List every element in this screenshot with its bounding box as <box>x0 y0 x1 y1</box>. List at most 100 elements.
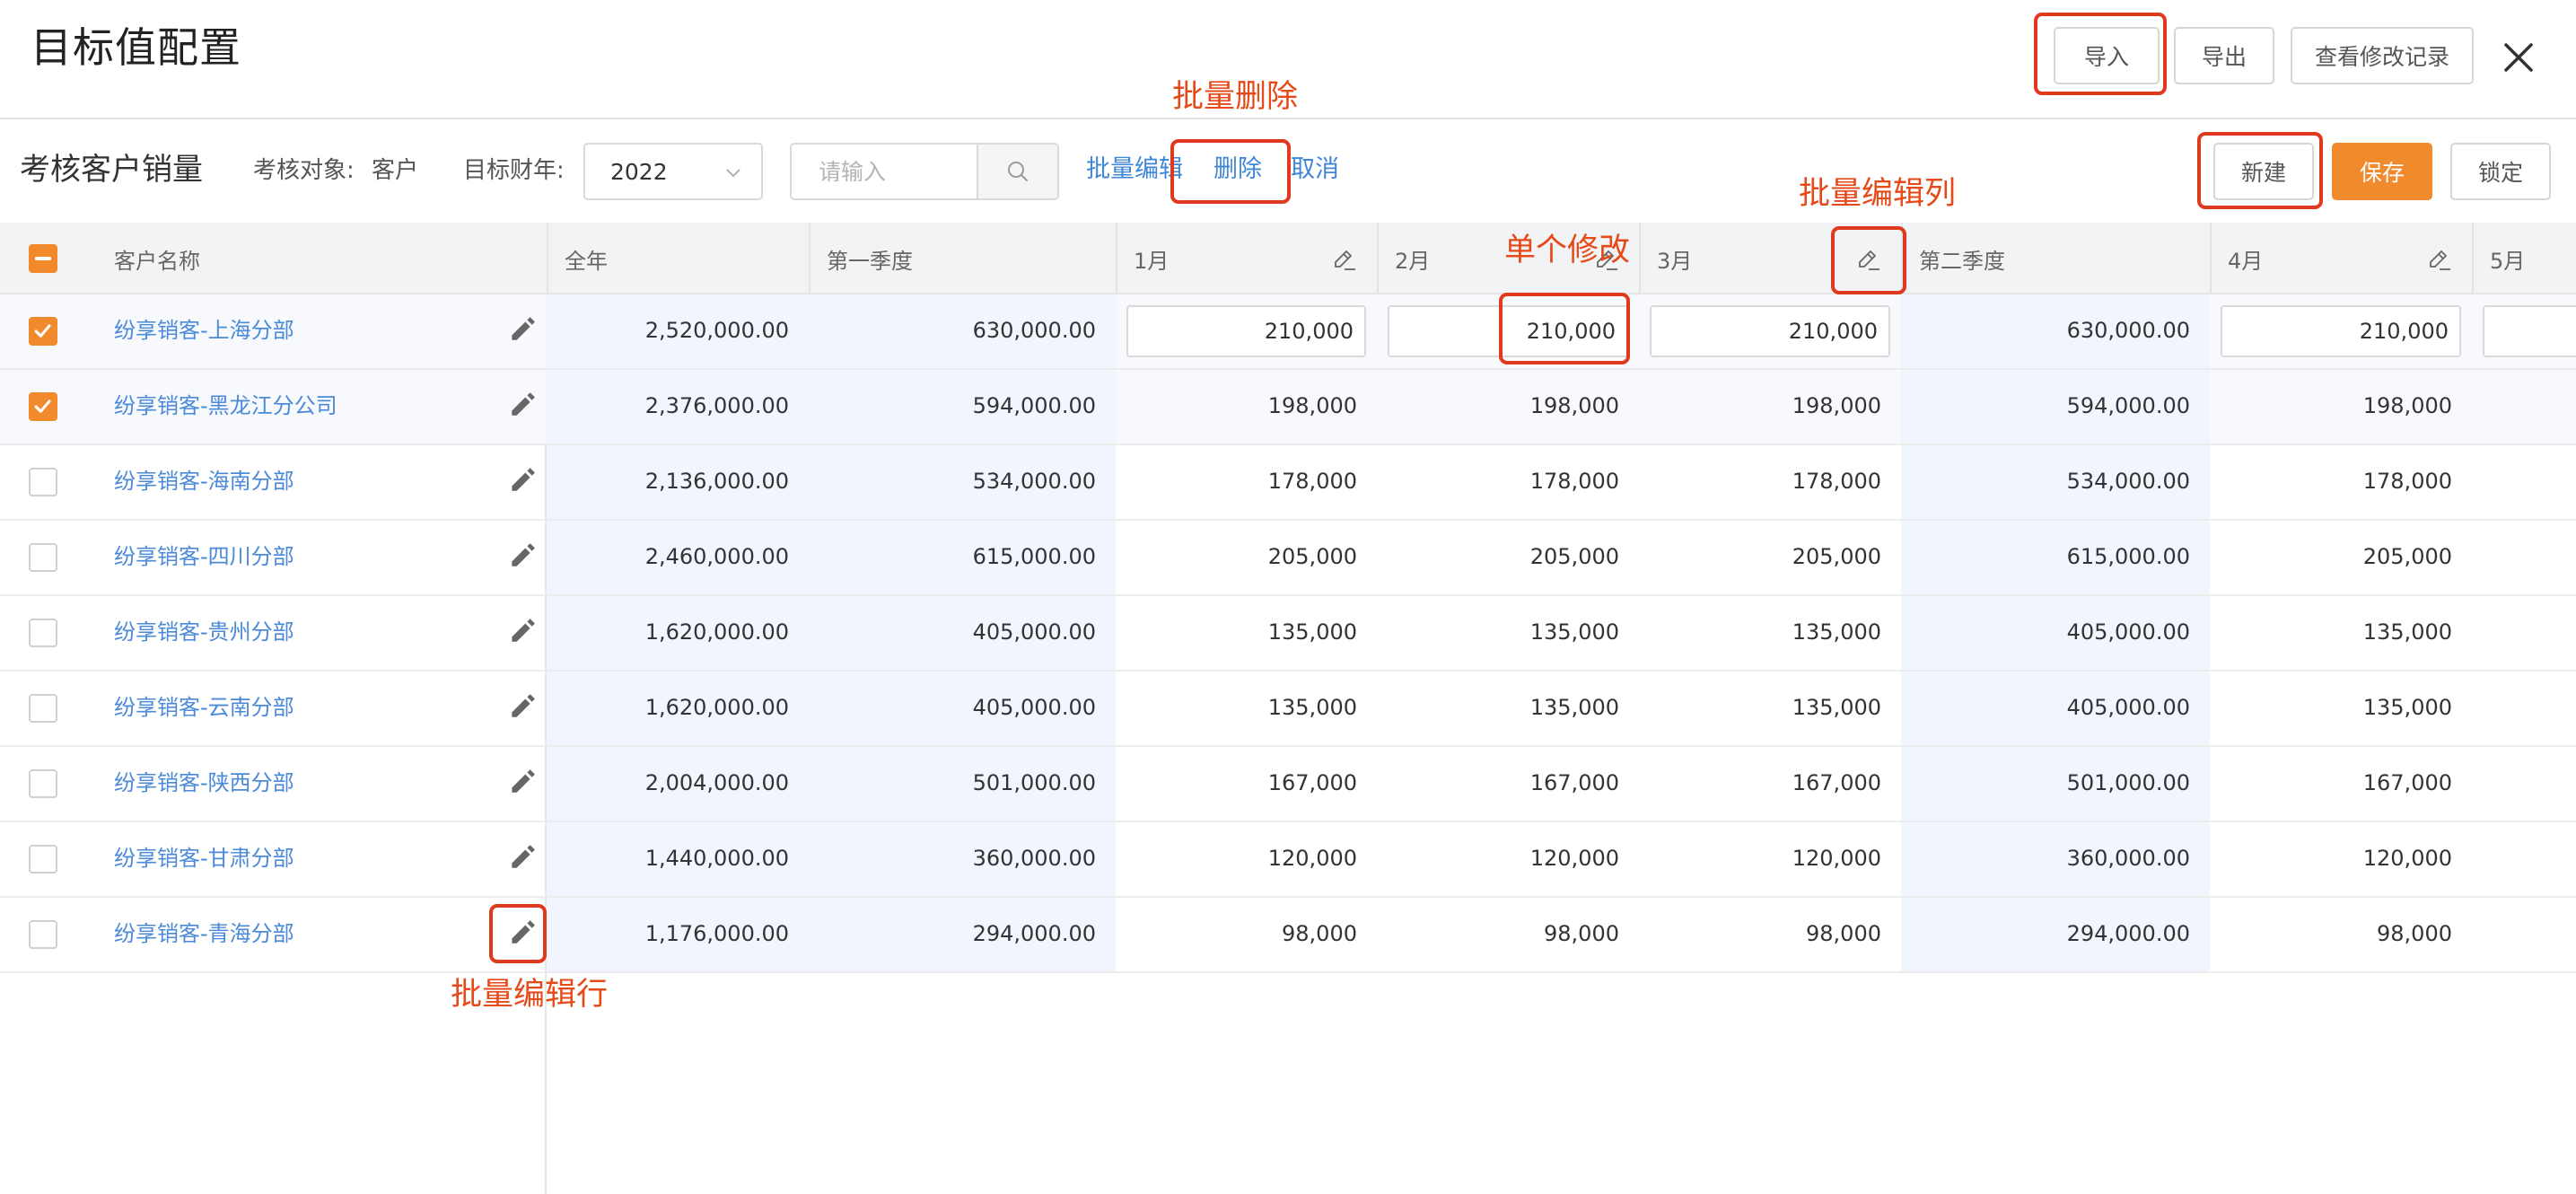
annotation-batch-edit-column: 批量编辑列 <box>1799 176 1957 212</box>
month-value[interactable]: 135,000 <box>1377 693 1619 722</box>
save-button[interactable]: 保存 <box>2332 143 2432 200</box>
summary-value: 630,000.00 <box>972 318 1096 343</box>
summary-value: 405,000.00 <box>2066 695 2190 720</box>
customer-name-link[interactable]: 纷享销客-陕西分部 <box>114 768 294 797</box>
month-value[interactable]: 178,000 <box>1377 467 1619 496</box>
month-value[interactable]: 205,000 <box>1116 542 1357 571</box>
month-value[interactable]: 120,000 <box>2210 844 2452 873</box>
edit-row-icon[interactable] <box>507 842 536 871</box>
month-value[interactable]: 135,000 <box>2210 693 2452 722</box>
annotation-box-import <box>2034 13 2167 95</box>
month-value[interactable]: 178,000 <box>1116 467 1357 496</box>
month-value[interactable]: 120,000 <box>1377 844 1619 873</box>
chevron-down-icon <box>726 169 740 178</box>
edit-row-icon[interactable] <box>507 314 536 343</box>
search-input[interactable] <box>792 145 978 198</box>
summary-value: 405,000.00 <box>2066 619 2190 645</box>
edit-row-icon[interactable] <box>507 390 536 418</box>
batch-edit-column-icon[interactable] <box>1330 247 1357 274</box>
month-value[interactable]: 98,000 <box>1639 919 1881 948</box>
month-value[interactable]: 98,000 <box>1116 919 1357 948</box>
col-header-may: 5月 <box>2490 248 2526 274</box>
month-value[interactable]: 167,000 <box>1116 768 1357 797</box>
target-value: 客户 <box>372 157 419 184</box>
summary-value: 615,000.00 <box>972 544 1096 569</box>
edit-row-icon[interactable] <box>507 540 536 569</box>
month-value[interactable]: 135,000 <box>2210 618 2452 646</box>
table-row: 纷享销客-甘肃分部 1,440,000.00 360,000.00 120,000 12… <box>0 822 2576 898</box>
month-value[interactable]: 98,000 <box>2210 919 2452 948</box>
month-value[interactable]: 205,000 <box>1377 542 1619 571</box>
month-value[interactable]: 205,000 <box>2210 542 2452 571</box>
month-value-input[interactable] <box>1126 305 1366 357</box>
month-value[interactable]: 198,000 <box>1116 391 1357 420</box>
customer-name-link[interactable]: 纷享销客-海南分部 <box>114 467 294 496</box>
month-value[interactable]: 120,000 <box>1116 844 1357 873</box>
summary-value: 1,620,000.00 <box>644 619 789 645</box>
month-value[interactable]: 198,000 <box>1639 391 1881 420</box>
row-checkbox[interactable] <box>29 845 57 874</box>
row-checkbox[interactable] <box>29 392 57 421</box>
month-value[interactable]: 198,000 <box>2210 391 2452 420</box>
fiscal-year-value: 2022 <box>610 158 668 185</box>
month-value[interactable]: 135,000 <box>1116 693 1357 722</box>
target-table: 客户名称 全年 第一季度 1月 2月 3月 第二季度 4月 5月 纷享销客-上海分部 2,520,… <box>0 223 2576 1194</box>
edit-row-icon[interactable] <box>507 465 536 494</box>
edit-row-icon[interactable] <box>507 616 536 645</box>
customer-name-link[interactable]: 纷享销客-黑龙江分公司 <box>114 391 337 420</box>
close-icon[interactable] <box>2501 40 2537 75</box>
month-value-input[interactable] <box>1650 305 1890 357</box>
edit-row-icon[interactable] <box>507 767 536 795</box>
row-checkbox[interactable] <box>29 694 57 723</box>
row-checkbox[interactable] <box>29 769 57 798</box>
month-value[interactable]: 178,000 <box>2210 467 2452 496</box>
month-value[interactable]: 120,000 <box>1639 844 1881 873</box>
customer-name-link[interactable]: 纷享销客-甘肃分部 <box>114 844 294 873</box>
month-value[interactable]: 167,000 <box>1377 768 1619 797</box>
month-value[interactable]: 135,000 <box>1116 618 1357 646</box>
fiscal-year-label: 目标财年: <box>463 157 565 184</box>
cancel-link[interactable]: 取消 <box>1291 153 1339 187</box>
customer-name-link[interactable]: 纷享销客-青海分部 <box>114 919 294 948</box>
annotation-box-column-edit <box>1831 226 1906 294</box>
view-history-button[interactable]: 查看修改记录 <box>2291 27 2474 84</box>
export-button[interactable]: 导出 <box>2174 27 2274 84</box>
row-checkbox[interactable] <box>29 468 57 496</box>
summary-value: 501,000.00 <box>972 770 1096 795</box>
customer-name-link[interactable]: 纷享销客-云南分部 <box>114 693 294 722</box>
row-checkbox[interactable] <box>29 920 57 949</box>
summary-value: 294,000.00 <box>2066 921 2190 946</box>
edit-row-icon[interactable] <box>507 691 536 720</box>
customer-name-link[interactable]: 纷享销客-上海分部 <box>114 316 294 345</box>
annotation-box-row-edit <box>489 904 547 963</box>
summary-value: 2,136,000.00 <box>644 469 789 494</box>
batch-edit-link[interactable]: 批量编辑 <box>1086 153 1183 187</box>
month-value[interactable]: 135,000 <box>1639 693 1881 722</box>
annotation-box-new <box>2197 132 2323 209</box>
row-checkbox[interactable] <box>29 543 57 572</box>
month-value[interactable]: 198,000 <box>1377 391 1619 420</box>
search-box <box>790 143 1059 200</box>
month-value-input[interactable] <box>2483 305 2576 357</box>
select-all-checkbox[interactable] <box>29 244 57 273</box>
month-value[interactable]: 98,000 <box>1377 919 1619 948</box>
batch-edit-column-icon[interactable] <box>2425 247 2452 274</box>
row-checkbox[interactable] <box>29 317 57 346</box>
summary-value: 615,000.00 <box>2066 544 2190 569</box>
customer-name-link[interactable]: 纷享销客-四川分部 <box>114 542 294 571</box>
row-checkbox[interactable] <box>29 619 57 647</box>
summary-value: 534,000.00 <box>972 469 1096 494</box>
month-value[interactable]: 167,000 <box>2210 768 2452 797</box>
customer-name-link[interactable]: 纷享销客-贵州分部 <box>114 618 294 646</box>
table-row: 纷享销客-上海分部 2,520,000.00 630,000.00 630,000.0… <box>0 294 2576 370</box>
month-value[interactable]: 135,000 <box>1639 618 1881 646</box>
search-button[interactable] <box>977 145 1057 198</box>
month-value[interactable]: 135,000 <box>1377 618 1619 646</box>
month-value[interactable]: 205,000 <box>1639 542 1881 571</box>
month-value[interactable]: 178,000 <box>1639 467 1881 496</box>
fiscal-year-select[interactable]: 2022 <box>583 143 763 200</box>
month-value[interactable]: 167,000 <box>1639 768 1881 797</box>
month-value-input[interactable] <box>2221 305 2461 357</box>
lock-button[interactable]: 锁定 <box>2450 143 2551 200</box>
table-title: 考核客户销量 <box>20 152 203 188</box>
